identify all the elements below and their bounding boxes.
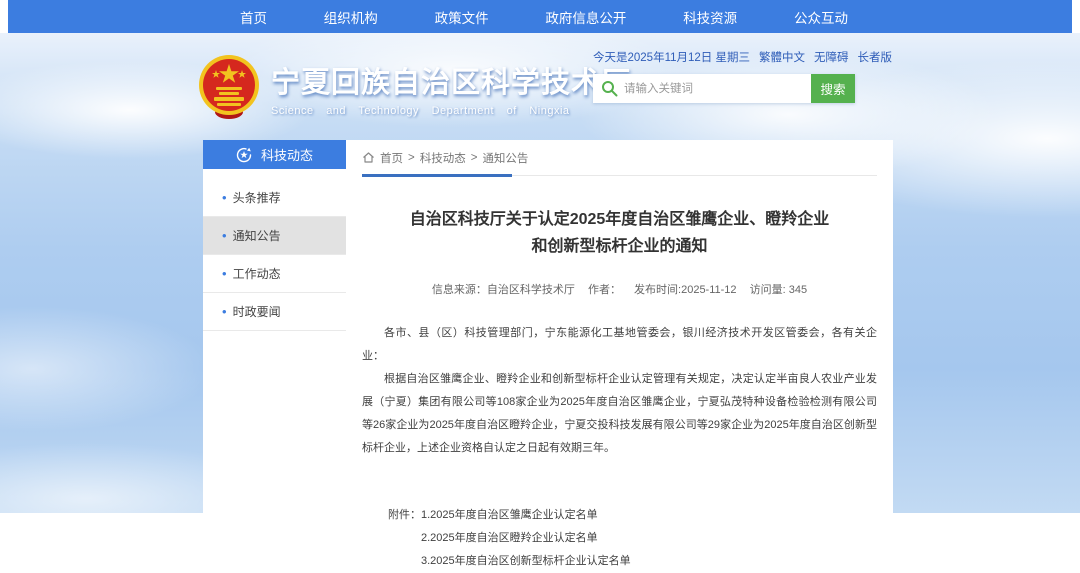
search-input[interactable] bbox=[593, 74, 811, 103]
sidebar: 科技动态 • 头条推荐 • 通知公告 • 工作动态 • 时政要闻 bbox=[203, 140, 346, 513]
national-emblem-logo bbox=[197, 54, 261, 121]
home-icon bbox=[362, 151, 375, 164]
meta-publish-time: 发布时间:2025-11-12 bbox=[634, 284, 737, 296]
attachments-block: 附件： 1.2025年度自治区雏鹰企业认定名单 2.2025年度自治区瞪羚企业认… bbox=[388, 504, 877, 573]
sidebar-header: 科技动态 bbox=[203, 140, 346, 169]
nav-item-interaction[interactable]: 公众互动 bbox=[788, 7, 854, 27]
sidebar-item-label: 头条推荐 bbox=[233, 189, 281, 206]
search-button[interactable]: 搜索 bbox=[811, 74, 855, 103]
nav-item-home[interactable]: 首页 bbox=[234, 7, 273, 27]
sidebar-list: • 头条推荐 • 通知公告 • 工作动态 • 时政要闻 bbox=[203, 179, 346, 331]
top-nav: 首页 组织机构 政策文件 政府信息公开 科技资源 公众互动 bbox=[8, 0, 1072, 33]
bullet-dot-icon: • bbox=[222, 191, 227, 204]
sidebar-item-label: 工作动态 bbox=[233, 265, 281, 282]
nav-item-organization[interactable]: 组织机构 bbox=[318, 7, 384, 27]
attachments-label: 附件： bbox=[388, 504, 421, 573]
bullet-dot-icon: • bbox=[222, 305, 227, 318]
nav-item-gov-info[interactable]: 政府信息公开 bbox=[539, 7, 632, 27]
meta-source: 信息来源：自治区科学技术厅 bbox=[432, 284, 575, 296]
link-traditional-chinese[interactable]: 繁體中文 bbox=[759, 49, 805, 65]
breadcrumb-level2[interactable]: 通知公告 bbox=[482, 150, 528, 166]
bullet-dot-icon: • bbox=[222, 229, 227, 242]
link-elder-version[interactable]: 长者版 bbox=[858, 49, 893, 65]
nav-item-resources[interactable]: 科技资源 bbox=[677, 7, 743, 27]
breadcrumb-separator: > bbox=[408, 152, 415, 164]
content-panel: 科技动态 • 头条推荐 • 通知公告 • 工作动态 • 时政要闻 bbox=[203, 140, 893, 513]
meta-visits: 访问量: 345 bbox=[750, 284, 807, 296]
article-meta: 信息来源：自治区科学技术厅 作者： 发布时间:2025-11-12 访问量: 3… bbox=[362, 281, 877, 297]
article-title-line2: 和创新型标杆企业的通知 bbox=[362, 233, 877, 260]
sidebar-item-label: 通知公告 bbox=[233, 227, 281, 244]
top-utility-bar: 今天是2025年11月12日 星期三 繁體中文 无障碍 长者版 bbox=[593, 49, 873, 65]
site-title: 宁夏回族自治区科学技术厅 bbox=[271, 59, 631, 101]
site-header: 宁夏回族自治区科学技术厅 Science and Technology Depa… bbox=[0, 33, 1080, 140]
main-content: 首页 > 科技动态 > 通知公告 自治区科技厅关于认定2025年度自治区雏鹰企业… bbox=[346, 140, 893, 513]
attachment-link-2[interactable]: 2.2025年度自治区瞪羚企业认定名单 bbox=[421, 527, 631, 550]
bullet-dot-icon: • bbox=[222, 267, 227, 280]
article-paragraph: 各市、县（区）科技管理部门，宁东能源化工基地管委会，银川经济技术开发区管委会，各… bbox=[362, 322, 877, 368]
attachment-link-1[interactable]: 1.2025年度自治区雏鹰企业认定名单 bbox=[421, 504, 631, 527]
site-subtitle: Science and Technology Department of Nin… bbox=[271, 105, 631, 117]
breadcrumb-level1[interactable]: 科技动态 bbox=[420, 150, 466, 166]
sidebar-item-label: 时政要闻 bbox=[233, 303, 281, 320]
meta-author: 作者： bbox=[588, 284, 621, 296]
sidebar-title: 科技动态 bbox=[261, 145, 313, 164]
page: 首页 组织机构 政策文件 政府信息公开 科技资源 公众互动 宁夏回族自治区科学技… bbox=[0, 0, 1080, 513]
nav-item-policy[interactable]: 政策文件 bbox=[429, 7, 495, 27]
current-date: 今天是2025年11月12日 星期三 bbox=[593, 49, 750, 65]
article-paragraph: 根据自治区雏鹰企业、瞪羚企业和创新型标杆企业认定管理有关规定，决定认定半亩良人农… bbox=[362, 368, 877, 460]
attachments-list: 1.2025年度自治区雏鹰企业认定名单 2.2025年度自治区瞪羚企业认定名单 … bbox=[421, 504, 631, 573]
sidebar-item-work-dynamics[interactable]: • 工作动态 bbox=[203, 255, 346, 293]
sidebar-item-notices[interactable]: • 通知公告 bbox=[203, 217, 346, 255]
sidebar-item-current-politics[interactable]: • 时政要闻 bbox=[203, 293, 346, 331]
link-accessibility[interactable]: 无障碍 bbox=[814, 49, 849, 65]
attachment-link-3[interactable]: 3.2025年度自治区创新型标杆企业认定名单 bbox=[421, 550, 631, 573]
brand-text: 宁夏回族自治区科学技术厅 Science and Technology Depa… bbox=[271, 59, 631, 117]
sidebar-item-headlines[interactable]: • 头条推荐 bbox=[203, 179, 346, 217]
article-title-line1: 自治区科技厅关于认定2025年度自治区雏鹰企业、瞪羚企业 bbox=[362, 206, 877, 233]
article-body: 各市、县（区）科技管理部门，宁东能源化工基地管委会，银川经济技术开发区管委会，各… bbox=[362, 322, 877, 460]
search-bar: 搜索 bbox=[593, 74, 855, 103]
breadcrumb-separator: > bbox=[471, 152, 478, 164]
site-brand[interactable]: 宁夏回族自治区科学技术厅 Science and Technology Depa… bbox=[197, 54, 631, 121]
dynamics-star-icon bbox=[236, 147, 252, 163]
breadcrumb-home[interactable]: 首页 bbox=[380, 150, 403, 166]
article-title: 自治区科技厅关于认定2025年度自治区雏鹰企业、瞪羚企业 和创新型标杆企业的通知 bbox=[362, 206, 877, 260]
breadcrumb: 首页 > 科技动态 > 通知公告 bbox=[362, 150, 877, 176]
header-right: 今天是2025年11月12日 星期三 繁體中文 无障碍 长者版 搜索 bbox=[593, 49, 873, 103]
